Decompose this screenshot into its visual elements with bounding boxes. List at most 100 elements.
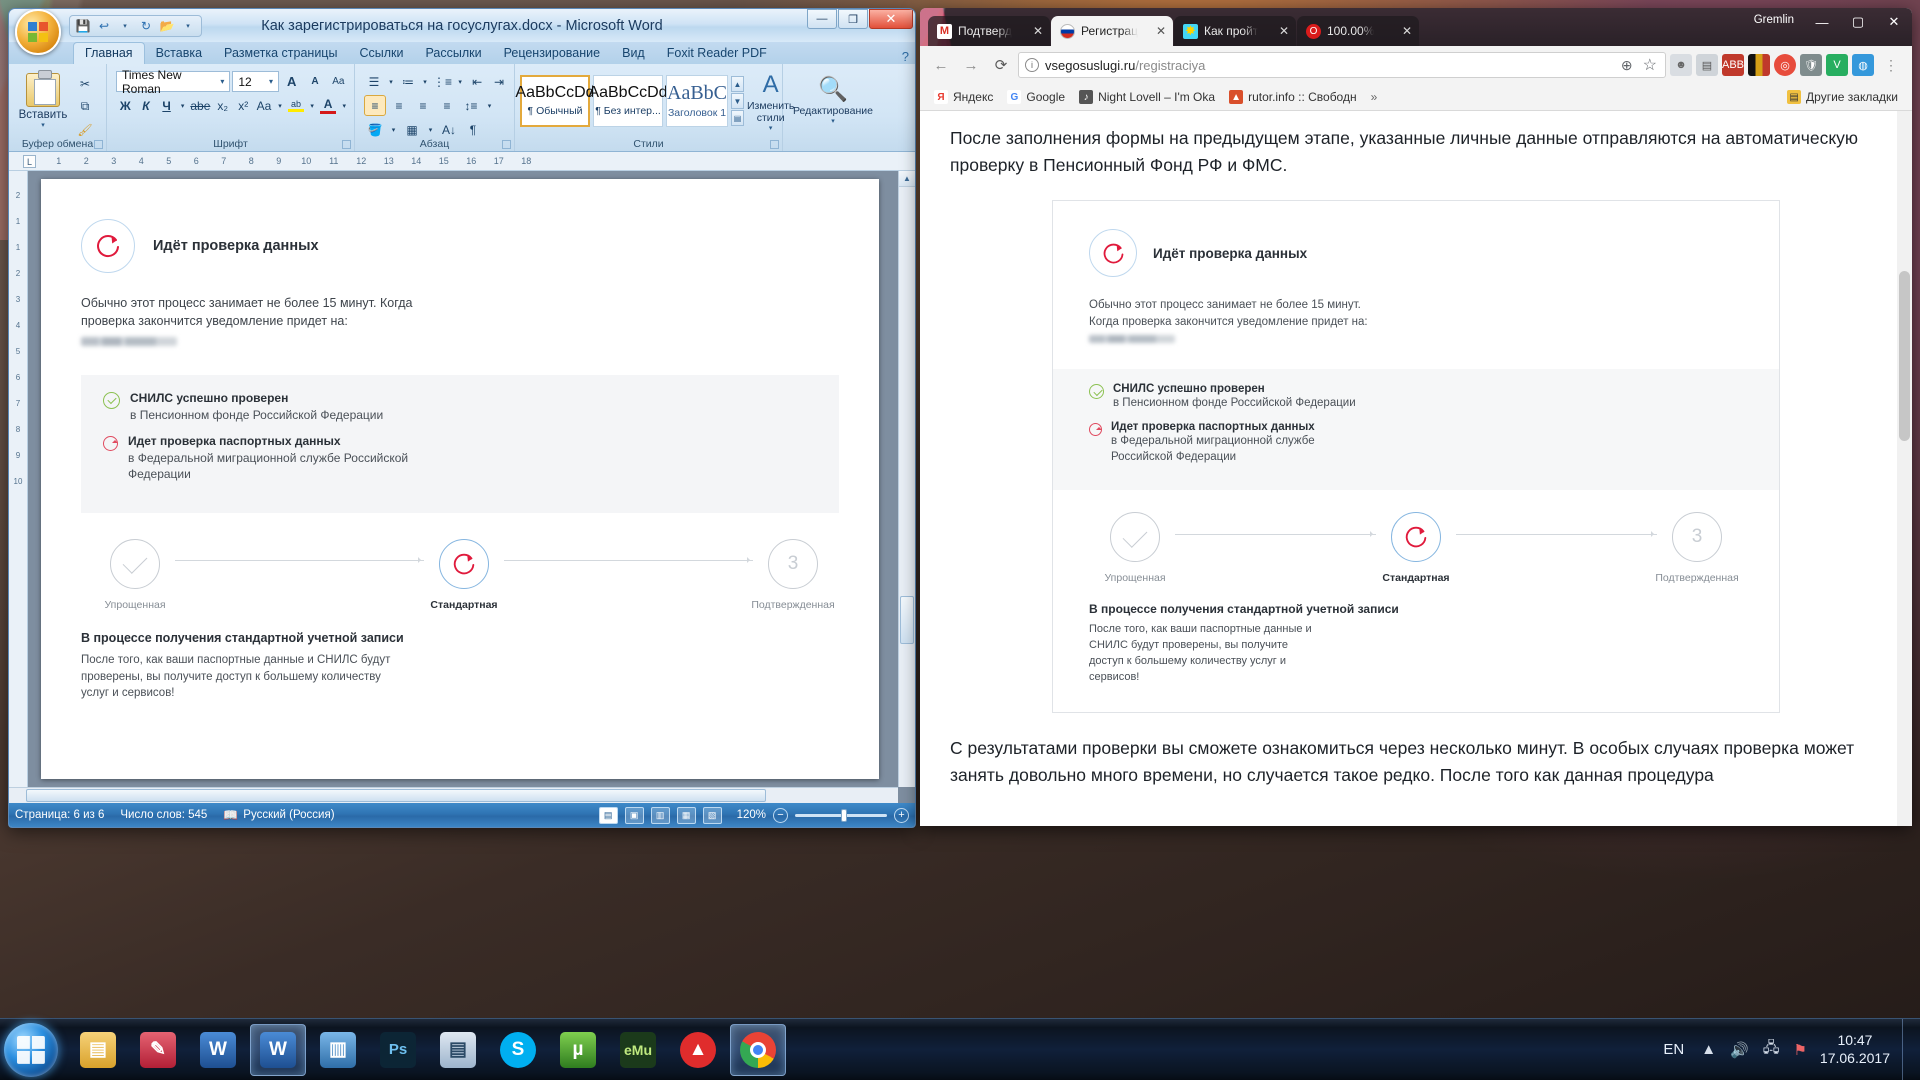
grow-font-icon[interactable]: A xyxy=(281,71,302,92)
bookmarks-overflow-button[interactable]: » xyxy=(1365,87,1384,107)
close-tab-icon[interactable]: ✕ xyxy=(1153,24,1169,38)
ribbon[interactable]: Вставить ▾ ✂ ⧉ 🖌 Буфер обмена Times New … xyxy=(9,64,915,152)
address-bar[interactable]: i vsegosuslugi.ru/registraciya ⊕ ☆ xyxy=(1018,52,1666,78)
subscript-button[interactable]: x₂ xyxy=(213,95,232,116)
taskbar-item-skype[interactable]: S xyxy=(490,1024,546,1076)
system-tray[interactable]: EN ▲ 🔊 🖧 ⚑ 10:47 17.06.2017 xyxy=(1653,1019,1920,1080)
superscript-button[interactable]: x² xyxy=(234,95,253,116)
clipboard-dialog-launcher[interactable] xyxy=(94,140,103,149)
copy-icon[interactable]: ⧉ xyxy=(74,96,96,117)
document-horizontal-scrollbar[interactable] xyxy=(9,787,898,803)
back-button[interactable]: ← xyxy=(928,52,954,78)
taskbar[interactable]: ▤ ✎ W W ▥ Ps ▤ S µ eMu ▲ EN ▲ 🔊 🖧 ⚑ 10:4… xyxy=(0,1018,1920,1080)
format-painter-icon[interactable]: 🖌 xyxy=(74,119,96,140)
minimize-button[interactable]: — xyxy=(1804,8,1840,36)
shading-icon[interactable]: 🪣 xyxy=(364,119,386,140)
open-icon[interactable]: 📂 xyxy=(158,17,176,35)
tab-razmetka[interactable]: Разметка страницы xyxy=(213,43,348,64)
taskbar-item-image-viewer[interactable]: ▥ xyxy=(310,1024,366,1076)
forward-button[interactable]: → xyxy=(958,52,984,78)
other-bookmarks-folder[interactable]: ▤ Другие закладки xyxy=(1781,87,1904,107)
zoom-slider-knob[interactable] xyxy=(841,808,847,822)
reload-button[interactable]: ⟳ xyxy=(988,52,1014,78)
document-vertical-scrollbar[interactable]: ▲ xyxy=(898,171,915,787)
qat-more-icon[interactable]: ▾ xyxy=(179,17,197,35)
underline-button[interactable]: Ч xyxy=(157,95,176,116)
word-window[interactable]: 💾 ↩ ▾ ↻ 📂 ▾ Как зарегистрироваться на го… xyxy=(8,8,916,828)
office-button-icon[interactable] xyxy=(15,9,61,55)
undo-icon[interactable]: ↩ xyxy=(95,17,113,35)
align-right-icon[interactable]: ≡ xyxy=(412,95,434,116)
taskbar-item-paint[interactable]: ✎ xyxy=(130,1024,186,1076)
word-count[interactable]: Число слов: 545 xyxy=(120,809,207,821)
tab-ssylki[interactable]: Ссылки xyxy=(348,43,414,64)
bookmark-google[interactable]: G Google xyxy=(1001,87,1071,107)
tab-recenzirovanie[interactable]: Рецензирование xyxy=(493,43,612,64)
bookmark-rutor[interactable]: ▲ rutor.info :: Свободн xyxy=(1223,87,1363,107)
change-case-button[interactable]: Aa xyxy=(255,95,274,116)
styles-dialog-launcher[interactable] xyxy=(770,140,779,149)
show-desktop-button[interactable] xyxy=(1902,1019,1914,1080)
borders-icon[interactable]: ▦ xyxy=(401,119,423,140)
page-scrollbar[interactable] xyxy=(1897,111,1912,826)
view-fullscreen-icon[interactable]: ▣ xyxy=(624,806,644,824)
change-case-chevron-down-icon[interactable]: ▾ xyxy=(275,95,284,116)
close-button[interactable]: ✕ xyxy=(1876,8,1912,36)
word-titlebar[interactable]: 💾 ↩ ▾ ↻ 📂 ▾ Как зарегистрироваться на го… xyxy=(9,9,915,55)
taskbar-item-anydesk[interactable]: ▲ xyxy=(670,1024,726,1076)
taskbar-item-word-document[interactable]: W xyxy=(250,1023,306,1076)
clock[interactable]: 10:47 17.06.2017 xyxy=(1814,1032,1902,1067)
tab-kak-proyti[interactable]: ✸ Как пройт ✕ xyxy=(1174,16,1296,46)
page-viewport[interactable]: После заполнения формы на предыдущем эта… xyxy=(920,111,1912,826)
document-page[interactable]: Идёт проверка данных Обычно этот процесс… xyxy=(41,179,879,779)
taskbar-item-photoshop[interactable]: Ps xyxy=(370,1024,426,1076)
shield-icon[interactable]: 🛡 xyxy=(1800,54,1822,76)
multilevel-chevron-down-icon[interactable]: ▾ xyxy=(455,71,465,92)
close-button[interactable]: ✕ xyxy=(869,9,913,29)
bookmarks-bar[interactable]: Я Яндекс G Google ♪ Night Lovell – I'm O… xyxy=(920,84,1912,111)
styles-scroll-up-icon[interactable]: ▲ xyxy=(731,76,744,93)
view-draft-icon[interactable]: ▧ xyxy=(702,806,722,824)
font-color-icon[interactable]: A xyxy=(319,95,338,116)
target-icon[interactable]: ◎ xyxy=(1774,54,1796,76)
hscrollbar-thumb[interactable] xyxy=(26,789,766,802)
taskbar-item-word-pinned[interactable]: W xyxy=(190,1024,246,1076)
taskbar-item-scanner[interactable]: ▤ xyxy=(430,1024,486,1076)
font-size-chevron-down-icon[interactable]: ▾ xyxy=(266,77,276,86)
volume-icon[interactable]: 🔊 xyxy=(1723,1041,1756,1059)
action-center-icon[interactable]: ⚑ xyxy=(1786,1041,1813,1059)
show-hidden-icons-icon[interactable]: ▲ xyxy=(1694,1041,1723,1058)
info-icon[interactable]: i xyxy=(1025,58,1039,72)
zoom-slider[interactable] xyxy=(795,808,887,822)
save-icon[interactable]: 💾 xyxy=(74,17,92,35)
chrome-toolbar[interactable]: ← → ⟳ i vsegosuslugi.ru/registraciya ⊕ ☆… xyxy=(920,46,1912,84)
language-indicator[interactable]: EN xyxy=(1653,1041,1694,1058)
underline-chevron-down-icon[interactable]: ▾ xyxy=(178,95,187,116)
styles-more-icon[interactable]: ▤ xyxy=(731,110,744,127)
tab-vstavka[interactable]: Вставка xyxy=(145,43,213,64)
word-window-controls[interactable]: — ❐ ✕ xyxy=(806,9,915,42)
view-outline-icon[interactable]: ▦ xyxy=(676,806,696,824)
tab-registraciya[interactable]: Регистрац ✕ xyxy=(1051,16,1173,46)
taskbar-item-chrome[interactable] xyxy=(730,1023,786,1076)
ribbon-group-editing[interactable]: 🔍 Редактирование ▾ xyxy=(783,64,883,151)
close-tab-icon[interactable]: ✕ xyxy=(1399,24,1415,38)
bookmark-yandex[interactable]: Я Яндекс xyxy=(928,87,999,107)
horizontal-ruler[interactable]: L 1 2 3 4 5 6 7 8 9 10 11 12 13 14 15 16… xyxy=(9,152,915,171)
taskbar-item-explorer[interactable]: ▤ xyxy=(70,1024,126,1076)
shrink-font-icon[interactable]: A xyxy=(304,71,325,92)
ribbon-tab-bar[interactable]: Главная Вставка Разметка страницы Ссылки… xyxy=(9,42,915,64)
redo-icon[interactable]: ↻ xyxy=(137,17,155,35)
clear-formatting-icon[interactable]: Aa xyxy=(328,71,349,92)
styles-gallery-scroll[interactable]: ▲ ▼ ▤ xyxy=(731,76,744,127)
taskbar-item-utorrent[interactable]: µ xyxy=(550,1024,606,1076)
editing-button[interactable]: 🔍 Редактирование ▾ xyxy=(793,75,873,126)
shading-chevron-down-icon[interactable]: ▾ xyxy=(388,119,399,140)
bookmark-night-lovell[interactable]: ♪ Night Lovell – I'm Oka xyxy=(1073,87,1221,107)
font-name-combo[interactable]: Times New Roman ▾ xyxy=(116,68,231,96)
sort-icon[interactable]: A↓ xyxy=(438,119,460,140)
chrome-window[interactable]: M Подтверд ✕ Регистрац ✕ ✸ Как пройт ✕ O… xyxy=(920,8,1912,826)
scrollbar-thumb[interactable] xyxy=(900,596,914,644)
highlight-chevron-down-icon[interactable]: ▾ xyxy=(307,95,316,116)
maximize-button[interactable]: ▢ xyxy=(1840,8,1876,36)
